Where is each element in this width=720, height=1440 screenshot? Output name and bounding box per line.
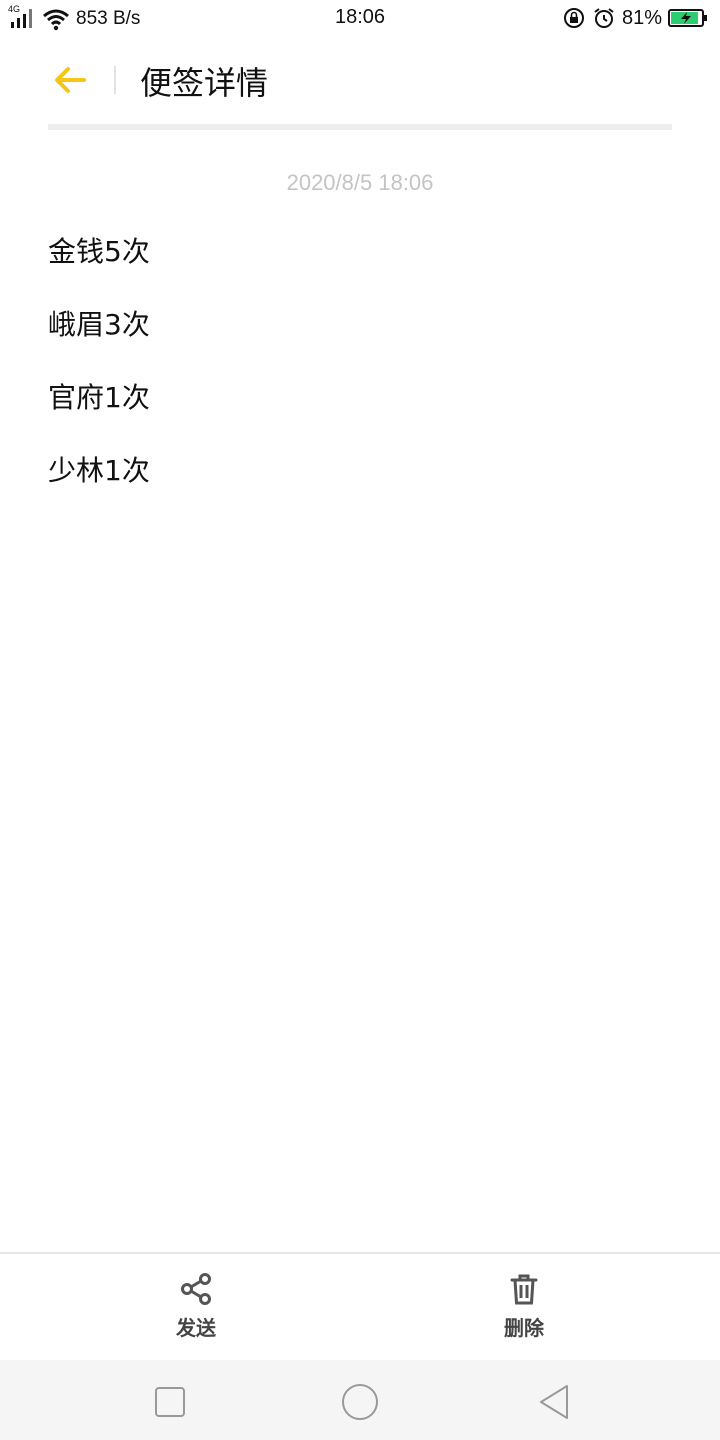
header-rule bbox=[48, 124, 672, 130]
note-timestamp: 2020/8/5 18:06 bbox=[286, 170, 434, 195]
send-button[interactable]: 发送 bbox=[136, 1272, 256, 1350]
note-body[interactable]: 金钱5次 峨眉3次 官府1次 少林1次 bbox=[48, 232, 672, 524]
share-icon bbox=[179, 1272, 213, 1306]
note-line: 官府1次 bbox=[48, 381, 150, 414]
battery-percent: 81% bbox=[621, 6, 662, 29]
nav-back-button[interactable] bbox=[532, 1380, 576, 1424]
battery-charging-icon bbox=[668, 8, 708, 28]
back-button[interactable] bbox=[40, 56, 100, 104]
home-circle-icon bbox=[341, 1383, 379, 1421]
recents-square-icon bbox=[154, 1386, 186, 1418]
note-line: 少林1次 bbox=[48, 454, 150, 487]
recents-button[interactable] bbox=[148, 1380, 192, 1424]
system-nav-bar bbox=[0, 1360, 720, 1440]
delete-button[interactable]: 删除 bbox=[464, 1272, 584, 1350]
status-bar: 4G 853 B/s 18:06 81% bbox=[0, 0, 720, 38]
trash-icon bbox=[507, 1272, 541, 1306]
status-right: 81% bbox=[562, 5, 708, 31]
header-divider bbox=[114, 66, 116, 94]
back-triangle-icon bbox=[537, 1384, 571, 1420]
rotation-lock-icon bbox=[562, 6, 586, 30]
note-line: 金钱5次 bbox=[48, 235, 150, 268]
bottom-toolbar: 发送 删除 bbox=[0, 1252, 720, 1362]
arrow-left-icon bbox=[52, 65, 88, 95]
send-label: 发送 bbox=[176, 1316, 216, 1340]
app-header: 便签详情 bbox=[0, 38, 720, 122]
alarm-icon bbox=[592, 6, 616, 30]
delete-label: 删除 bbox=[504, 1316, 544, 1340]
note-line: 峨眉3次 bbox=[48, 308, 150, 341]
page-title: 便签详情 bbox=[140, 64, 269, 102]
home-button[interactable] bbox=[338, 1380, 382, 1424]
